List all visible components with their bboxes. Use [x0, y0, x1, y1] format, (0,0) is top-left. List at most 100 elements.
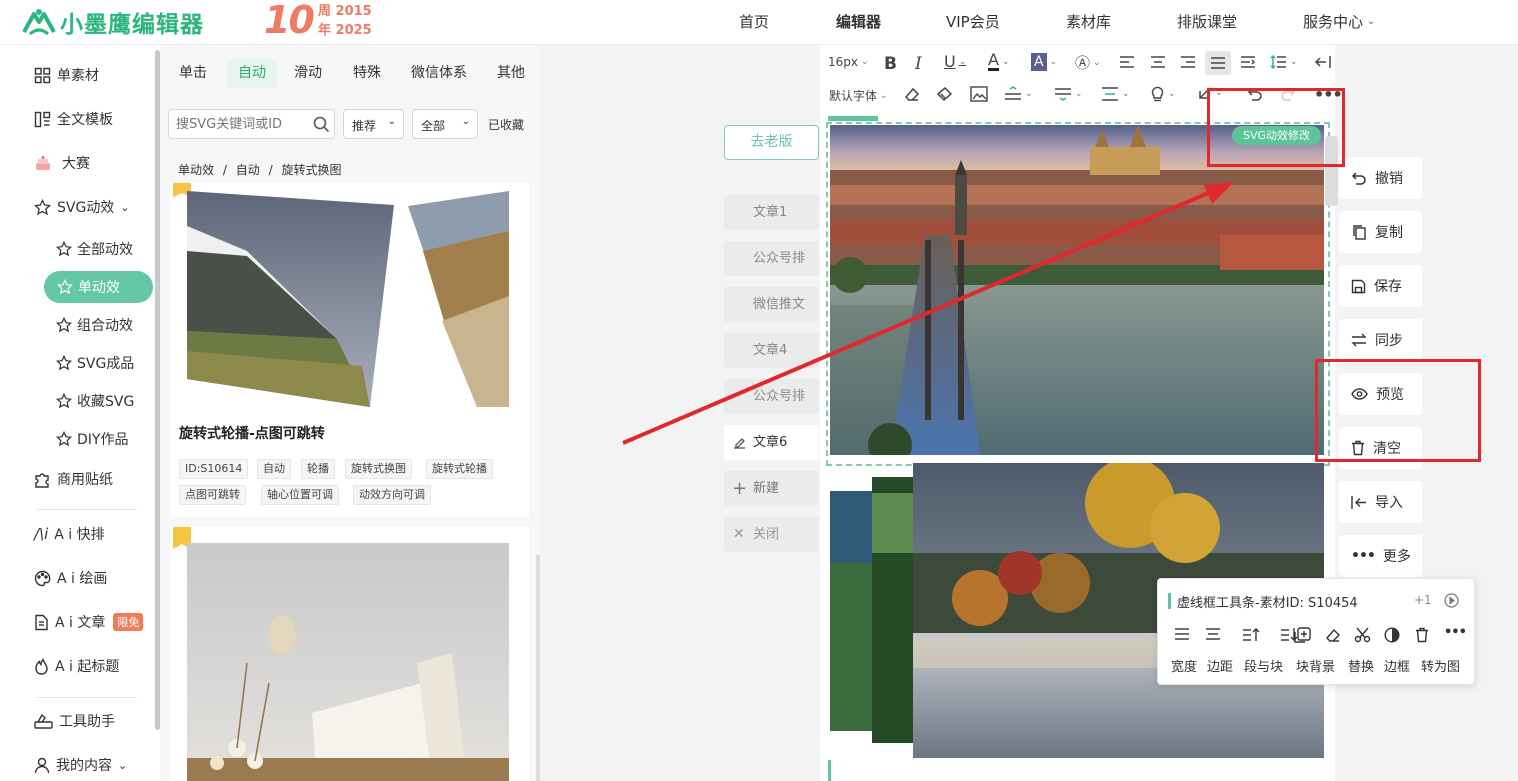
nav-editor[interactable]: 编辑器	[836, 11, 881, 32]
card-tag[interactable]: 轴心位置可调	[261, 485, 339, 505]
undo-button[interactable]: 撤销	[1339, 157, 1422, 199]
nav-course[interactable]: 排版课堂	[1177, 11, 1237, 32]
more-button[interactable]: ••• 更多	[1339, 535, 1422, 577]
bold-icon[interactable]: B	[884, 54, 897, 74]
search-icon[interactable]	[313, 116, 330, 133]
align-right-icon[interactable]	[1180, 55, 1196, 69]
new-article-button[interactable]: + 新建	[724, 471, 819, 506]
tab-wechat[interactable]: 微信体系	[411, 58, 467, 88]
card-tag[interactable]: 旋转式换图	[345, 459, 412, 479]
sidebar-sub-single-active[interactable]: 单动效	[44, 271, 153, 303]
old-version-button[interactable]: 去老版	[724, 125, 819, 160]
card-tag[interactable]: 点图可跳转	[179, 485, 246, 505]
eraser-icon[interactable]	[1324, 627, 1341, 642]
card-tag[interactable]: 旋转式轮播	[426, 459, 493, 479]
tab-auto[interactable]: 自动	[227, 58, 277, 88]
scissors-icon[interactable]	[1354, 627, 1371, 643]
align-center-icon[interactable]	[1150, 55, 1166, 69]
card-title[interactable]: 旋转式轮播-点图可跳转	[179, 423, 325, 443]
sync-button[interactable]: 同步	[1339, 319, 1422, 361]
align-justify-icon[interactable]	[1205, 51, 1231, 75]
divider-icon[interactable]: ⌄	[1004, 86, 1033, 102]
play-circle-icon[interactable]	[1444, 593, 1459, 608]
close-article-button[interactable]: ✕ 关闭	[724, 517, 819, 552]
tool-margin[interactable]: 边距	[1207, 656, 1233, 675]
font-size-select[interactable]: 16px ⌄	[828, 55, 869, 69]
favorited-toggle[interactable]: 已收藏	[488, 116, 524, 133]
sidebar-item-templates[interactable]: 全文模板	[34, 107, 113, 131]
logo-text[interactable]: 小墨鹰编辑器	[60, 5, 204, 39]
sidebar-item-contest[interactable]: 大赛	[34, 151, 90, 175]
sidebar-item-ai-layout[interactable]: /\i A i 快排	[34, 522, 105, 546]
tab-slide[interactable]: 滑动	[294, 58, 322, 88]
copy-button[interactable]: 复制	[1339, 211, 1422, 253]
nav-home[interactable]: 首页	[739, 11, 769, 32]
anniversary-number: 10	[264, 0, 315, 42]
sidebar-item-tools[interactable]: 工具助手	[34, 709, 115, 733]
tab-other[interactable]: 其他	[497, 58, 525, 88]
font-color-icon[interactable]: A ⌄	[988, 52, 1010, 71]
more-icon[interactable]: •••	[1444, 625, 1467, 640]
sidebar-sub-combo[interactable]: 组合动效	[56, 312, 133, 338]
contrast-icon[interactable]	[1384, 627, 1400, 643]
sidebar-item-stickers[interactable]: 商用贴纸	[34, 467, 113, 491]
card-tag[interactable]: 自动	[257, 459, 291, 479]
tab-special[interactable]: 特殊	[353, 58, 381, 88]
nav-service[interactable]: 服务中心 ⌄	[1303, 11, 1375, 32]
breadcrumb-item[interactable]: 自动	[236, 163, 260, 177]
sidebar-item-single[interactable]: 单素材	[34, 63, 99, 87]
chevron-down-icon: ⌄	[461, 116, 470, 127]
image-icon[interactable]	[970, 86, 988, 102]
tab-click[interactable]: 单击	[179, 58, 207, 88]
sidebar-item-svg[interactable]: SVG动效 ⌄	[34, 195, 130, 219]
paragraph-spacing-icon[interactable]: ⌄	[1101, 86, 1130, 102]
save-button[interactable]: 保存	[1339, 265, 1422, 307]
exit-icon[interactable]	[1314, 54, 1331, 70]
sidebar-item-my-content[interactable]: 我的内容 ⌄	[34, 753, 127, 777]
tool-border[interactable]: 边框	[1384, 656, 1410, 675]
paragraph-block-icon[interactable]	[1242, 627, 1260, 642]
filter-dropdown[interactable]: 全部 ⌄	[412, 109, 478, 139]
sidebar-item-ai-title[interactable]: A i 起标题	[34, 654, 119, 678]
panel-scrollbar[interactable]	[536, 555, 540, 781]
tool-block-background[interactable]: 块背景	[1296, 656, 1335, 675]
nav-vip[interactable]: VIP会员	[946, 11, 1000, 32]
sidebar-sub-all[interactable]: 全部动效	[56, 236, 133, 262]
chevron-down-icon: ⌄	[1001, 56, 1010, 67]
material-card[interactable]	[170, 527, 529, 781]
format-painter-icon[interactable]	[936, 86, 953, 102]
sidebar-sub-favorites[interactable]: 收藏SVG	[56, 388, 134, 414]
search-input[interactable]	[176, 115, 311, 133]
eraser-icon[interactable]	[903, 86, 920, 102]
tool-width[interactable]: 宽度	[1171, 656, 1197, 675]
bulb-icon[interactable]: ⌄	[1150, 86, 1176, 102]
line-height-icon[interactable]: ⌄	[1270, 54, 1298, 70]
margin-icon[interactable]	[1205, 627, 1221, 641]
sidebar-item-ai-paint[interactable]: A i 绘画	[34, 566, 107, 590]
block-background-icon[interactable]	[1294, 627, 1311, 643]
sort-dropdown[interactable]: 推荐 ⌄	[343, 109, 404, 139]
sidebar-item-ai-article[interactable]: A i 文章 限免	[34, 610, 144, 634]
trash-icon[interactable]	[1415, 627, 1429, 643]
nav-materials[interactable]: 素材库	[1066, 11, 1111, 32]
font-family-select[interactable]: 默认字体 ⌄	[829, 87, 888, 104]
card-tag[interactable]: 轮播	[301, 459, 335, 479]
width-icon[interactable]	[1174, 627, 1190, 641]
card-tag[interactable]: ID:S10614	[179, 459, 249, 479]
import-button[interactable]: 导入	[1339, 481, 1422, 523]
italic-icon[interactable]: I	[915, 54, 922, 74]
nav-service-label: 服务中心	[1303, 13, 1364, 31]
sidebar-sub-diy[interactable]: DIY作品	[56, 426, 128, 452]
underline-icon[interactable]: U ⌄	[944, 52, 966, 71]
align-left-icon[interactable]	[1119, 55, 1135, 69]
tool-paragraph-block[interactable]: 段与块	[1244, 656, 1283, 675]
sidebar-sub-finished[interactable]: SVG成品	[56, 350, 134, 376]
text-effect-icon[interactable]: Ⓐ ⌄	[1075, 52, 1101, 73]
tool-convert-image[interactable]: 转为图	[1421, 656, 1460, 675]
tool-replace[interactable]: 替换	[1348, 656, 1374, 675]
bg-color-icon[interactable]: A ⌄	[1031, 53, 1057, 71]
indent-icon[interactable]	[1240, 55, 1256, 69]
card-tag[interactable]: 动效方向可调	[353, 485, 431, 505]
spacing-icon[interactable]: ⌄	[1054, 86, 1083, 102]
breadcrumb-item[interactable]: 单动效	[178, 163, 214, 177]
